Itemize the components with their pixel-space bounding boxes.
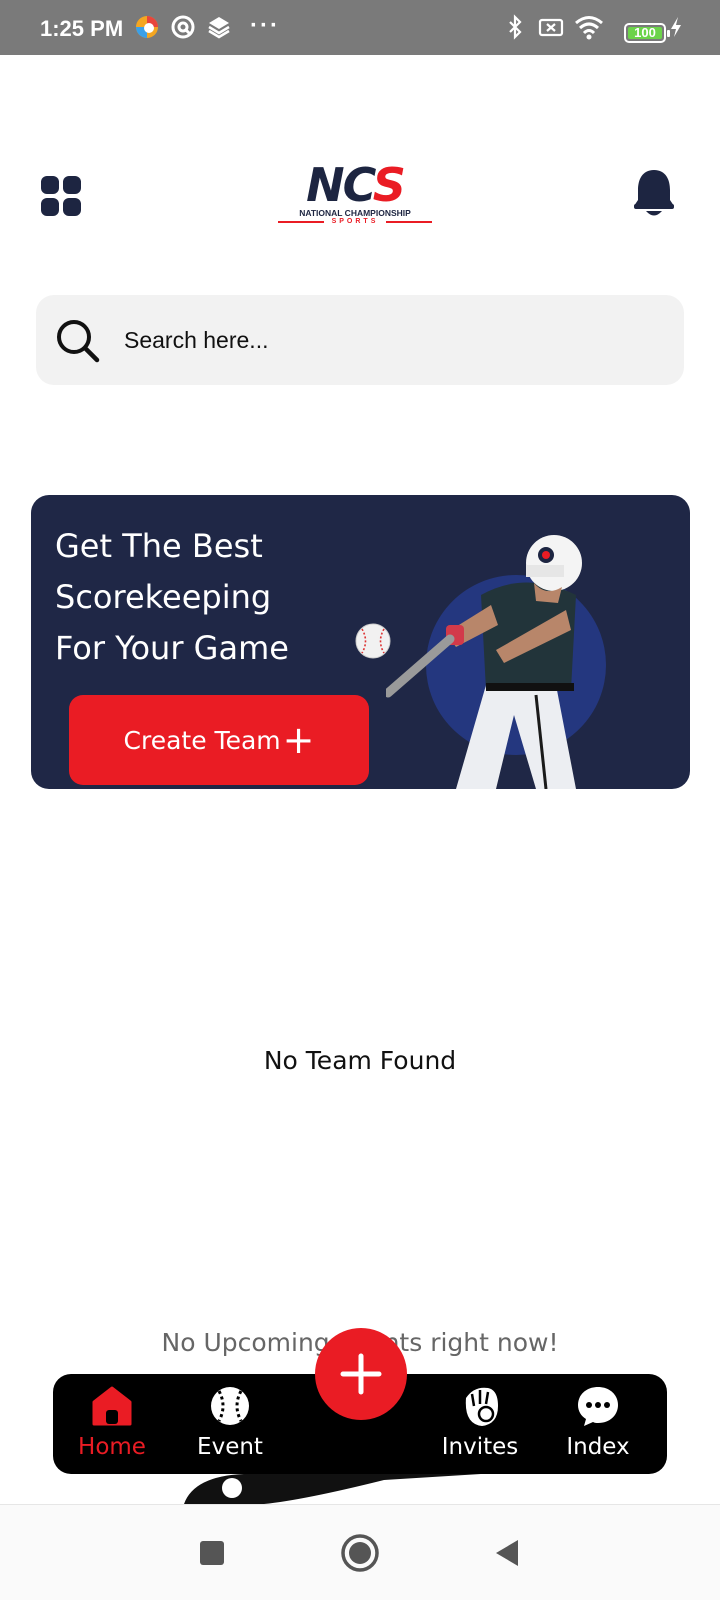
vpn-icon [170, 14, 196, 40]
wifi-icon [574, 14, 604, 40]
nav-label-event: Event [197, 1434, 263, 1460]
search-input[interactable] [124, 315, 664, 365]
home-system-button[interactable] [340, 1533, 380, 1573]
search-icon[interactable] [54, 317, 102, 365]
plus-icon [340, 1353, 382, 1395]
square-icon [200, 1541, 224, 1565]
circle-icon [341, 1534, 379, 1572]
charging-icon [668, 14, 684, 40]
batter-player-image [383, 515, 656, 789]
add-fab-button[interactable] [315, 1328, 407, 1420]
ncs-logo: NCS NATIONAL CHAMPIONSHIP SPORTS [278, 162, 432, 228]
decorative-artwork [184, 1470, 544, 1504]
logo-letters: NCS [306, 158, 406, 212]
home-icon [92, 1386, 132, 1426]
baseball-icon [211, 1387, 249, 1425]
browser-icon [134, 14, 160, 40]
nav-item-home[interactable]: Home [57, 1384, 167, 1470]
nav-label-home: Home [78, 1434, 146, 1460]
bell-icon[interactable] [632, 168, 676, 220]
search-bar[interactable] [36, 295, 684, 385]
battery-icon: 100 [624, 23, 670, 43]
battery-level: 100 [634, 25, 656, 40]
no-team-message: No Team Found [263, 1046, 457, 1075]
plus-icon: + [282, 718, 315, 762]
back-triangle-icon [496, 1540, 518, 1566]
nav-item-event[interactable]: Event [175, 1384, 285, 1470]
nav-item-index[interactable]: Index [543, 1384, 653, 1470]
banner-title-line: Get The Best [55, 527, 263, 565]
status-time: 1:25 PM [40, 16, 124, 41]
menu-grid-icon[interactable] [41, 176, 81, 216]
back-button[interactable] [488, 1533, 528, 1573]
nav-label-index: Index [566, 1434, 630, 1460]
banner-title-line: For Your Game [55, 629, 289, 667]
layers-icon [206, 14, 232, 40]
bluetooth-icon [502, 14, 528, 40]
sim-icon [538, 14, 564, 40]
status-bar: 1:25 PM ··· 100 [0, 0, 720, 55]
banner-title: Get The Best Scorekeeping For Your Game [55, 521, 355, 674]
recents-button[interactable] [192, 1533, 232, 1573]
nav-label-invites: Invites [441, 1434, 519, 1460]
banner-title-line: Scorekeeping [55, 578, 272, 616]
chat-icon [578, 1387, 618, 1426]
nav-item-invites[interactable]: Invites [425, 1384, 535, 1470]
more-notifications-icon: ··· [250, 12, 280, 39]
logo-subtitle: NATIONAL CHAMPIONSHIP [299, 208, 411, 218]
create-team-button[interactable]: Create Team + [69, 695, 369, 785]
system-navigation-bar [0, 1504, 720, 1600]
create-team-label: Create Team [123, 725, 281, 755]
glove-icon [465, 1387, 498, 1426]
promo-banner: Get The Best Scorekeeping For Your Game … [31, 495, 690, 789]
